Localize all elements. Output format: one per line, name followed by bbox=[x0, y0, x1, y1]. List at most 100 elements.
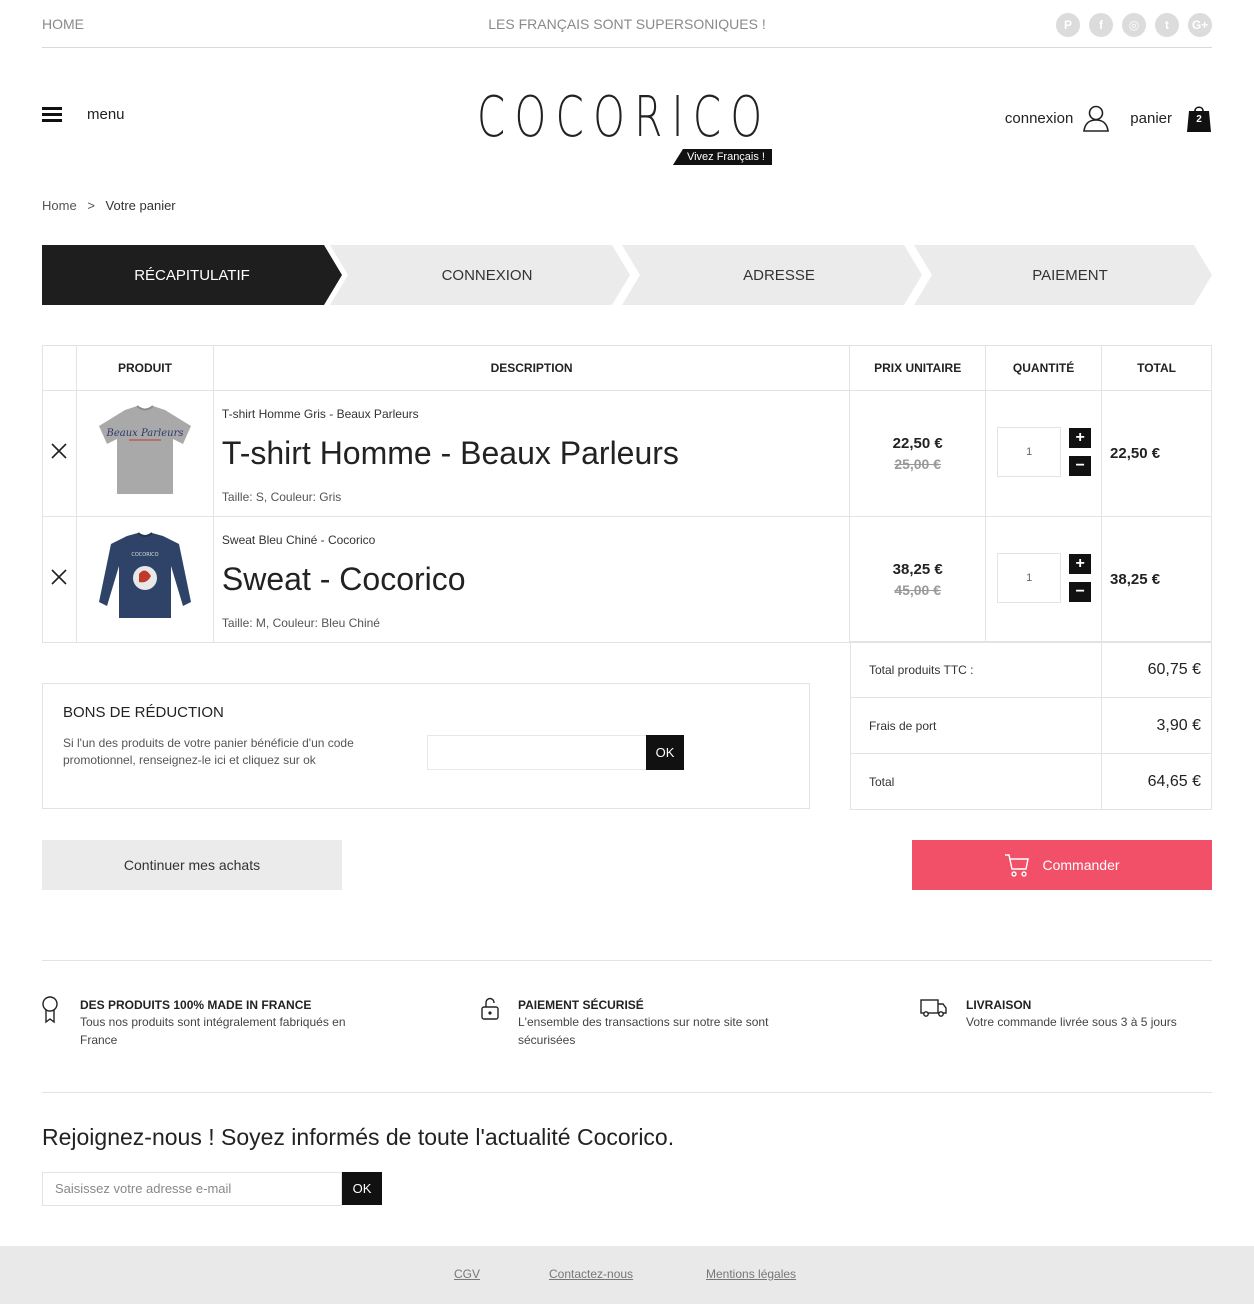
feature-text: Tous nos produits sont intégralement fab… bbox=[80, 1015, 346, 1047]
coupon-text: Si l'un des produits de votre panier bén… bbox=[63, 736, 354, 767]
truck-icon bbox=[920, 999, 947, 1017]
remove-item-button[interactable] bbox=[42, 390, 77, 517]
checkout-steps: RÉCAPITULATIF CONNEXION ADRESSE PAIEMENT bbox=[42, 245, 1212, 305]
hamburger-icon bbox=[42, 106, 62, 123]
divider bbox=[42, 1092, 1212, 1093]
header-product: PRODUIT bbox=[75, 345, 214, 391]
breadcrumb-current: Votre panier bbox=[105, 198, 176, 213]
step-connexion: CONNEXION bbox=[330, 245, 630, 305]
feature-text: L'ensemble des transactions sur notre si… bbox=[518, 1015, 769, 1047]
pinterest-icon[interactable]: P bbox=[1056, 13, 1080, 37]
increase-quantity-button[interactable]: + bbox=[1069, 428, 1092, 448]
account-area: connexion panier 2 bbox=[1005, 104, 1212, 132]
header-total: TOTAL bbox=[1101, 345, 1212, 391]
totals-row: Total 64,65 € bbox=[850, 753, 1212, 810]
header-description: DESCRIPTION bbox=[212, 345, 851, 391]
cart-link[interactable]: panier bbox=[1130, 110, 1172, 127]
price-current: 22,50 € bbox=[892, 435, 943, 452]
continue-shopping-button[interactable]: Continuer mes achats bbox=[42, 840, 342, 890]
feature-title: LIVRAISON bbox=[966, 998, 1032, 1012]
order-button[interactable]: Commander bbox=[912, 840, 1212, 890]
coupon-box: BONS DE RÉDUCTION Si l'un des produits d… bbox=[42, 683, 810, 809]
cart-table: PRODUIT DESCRIPTION PRIX UNITAIRE QUANTI… bbox=[42, 345, 1212, 643]
cart-row: COCORICO Sweat Bleu Chiné - Cocorico Swe… bbox=[42, 516, 1212, 643]
feature-title: PAIEMENT SÉCURISÉ bbox=[518, 998, 644, 1012]
feature-secure-payment: PAIEMENT SÉCURISÉ L'ensemble des transac… bbox=[480, 995, 788, 1049]
quantity-input[interactable]: 1 bbox=[997, 427, 1062, 477]
remove-item-button[interactable] bbox=[42, 516, 77, 643]
breadcrumb-home[interactable]: Home bbox=[42, 198, 77, 213]
top-bar: HOME LES FRANÇAIS SONT SUPERSONIQUES ! P… bbox=[42, 0, 1212, 48]
twitter-icon[interactable]: t bbox=[1155, 13, 1179, 37]
social-links: P f ◎ t G+ bbox=[1056, 13, 1212, 37]
breadcrumb-separator: > bbox=[87, 198, 95, 213]
feature-delivery: LIVRAISON Votre commande livrée sous 3 à… bbox=[920, 995, 1206, 1031]
newsletter-email-input[interactable]: Saisissez votre adresse e-mail bbox=[42, 1172, 342, 1206]
price-old: 45,00 € bbox=[894, 582, 942, 598]
item-unit-price: 22,50 € 25,00 € bbox=[849, 390, 987, 517]
menu-button[interactable]: menu bbox=[42, 106, 125, 123]
shopping-cart-icon bbox=[1005, 854, 1030, 877]
close-icon bbox=[51, 443, 68, 459]
step-paiement: PAIEMENT bbox=[914, 245, 1212, 305]
facebook-icon[interactable]: f bbox=[1089, 13, 1113, 37]
header-unit-price: PRIX UNITAIRE bbox=[849, 345, 987, 391]
quantity-stepper: 1 + − bbox=[985, 390, 1103, 517]
header-remove bbox=[42, 345, 77, 391]
item-attributes: Taille: S, Couleur: Gris bbox=[221, 490, 342, 504]
item-description: Sweat Bleu Chiné - Cocorico Sweat - Coco… bbox=[212, 516, 851, 643]
coupon-input[interactable] bbox=[427, 735, 647, 770]
quantity-input[interactable]: 1 bbox=[997, 553, 1062, 603]
cart-count-badge: 2 bbox=[1196, 114, 1202, 125]
close-icon bbox=[51, 569, 68, 585]
logo[interactable]: COCORICO Vivez Français ! bbox=[477, 88, 777, 168]
item-name[interactable]: T-shirt Homme - Beaux Parleurs bbox=[222, 435, 841, 472]
coupon-title: BONS DE RÉDUCTION bbox=[63, 704, 224, 721]
sweatshirt-image: COCORICO bbox=[98, 532, 191, 618]
google-plus-icon[interactable]: G+ bbox=[1188, 13, 1212, 37]
feature-text: Votre commande livrée sous 3 à 5 jours bbox=[966, 1015, 1177, 1029]
lock-icon bbox=[481, 997, 499, 1020]
quantity-stepper: 1 + − bbox=[985, 516, 1103, 643]
footer-link-contact[interactable]: Contactez-nous bbox=[549, 1267, 633, 1281]
logo-badge: Vivez Français ! bbox=[672, 149, 772, 165]
step-recapitulatif: RÉCAPITULATIF bbox=[42, 245, 342, 305]
instagram-icon[interactable]: ◎ bbox=[1122, 13, 1146, 37]
tagline: LES FRANÇAIS SONT SUPERSONIQUES ! bbox=[488, 16, 766, 32]
item-description: T-shirt Homme Gris - Beaux Parleurs T-sh… bbox=[212, 390, 851, 517]
decrease-quantity-button[interactable]: − bbox=[1069, 582, 1092, 602]
newsletter-title: Rejoignez-nous ! Soyez informés de toute… bbox=[42, 1124, 675, 1150]
totals-value: 64,65 € bbox=[1101, 753, 1212, 810]
newsletter-ok-button[interactable]: OK bbox=[342, 1172, 382, 1205]
footer: CGV Contactez-nous Mentions légales bbox=[0, 1246, 1254, 1304]
cart-totals: Total produits TTC : 60,75 € Frais de po… bbox=[850, 641, 1212, 810]
totals-label: Total bbox=[850, 753, 1102, 810]
item-total: 38,25 € bbox=[1101, 516, 1212, 643]
feature-title: DES PRODUITS 100% MADE IN FRANCE bbox=[80, 998, 312, 1012]
product-image[interactable]: COCORICO bbox=[75, 516, 214, 643]
cart-row: Beaux Parleurs T-shirt Homme Gris - Beau… bbox=[42, 390, 1212, 517]
user-icon[interactable] bbox=[1082, 104, 1110, 132]
logo-text: COCORICO bbox=[477, 85, 772, 150]
cart-header-row: PRODUIT DESCRIPTION PRIX UNITAIRE QUANTI… bbox=[42, 345, 1212, 391]
totals-value: 60,75 € bbox=[1101, 641, 1212, 698]
footer-link-legal[interactable]: Mentions légales bbox=[706, 1267, 796, 1281]
tshirt-image: Beaux Parleurs bbox=[98, 405, 191, 494]
cart-icon[interactable]: 2 bbox=[1186, 104, 1212, 132]
svg-text:Beaux Parleurs: Beaux Parleurs bbox=[105, 428, 183, 439]
price-old: 25,00 € bbox=[894, 456, 942, 472]
login-link[interactable]: connexion bbox=[1005, 110, 1073, 127]
menu-label: menu bbox=[87, 106, 125, 123]
footer-link-cgv[interactable]: CGV bbox=[454, 1267, 480, 1281]
decrease-quantity-button[interactable]: − bbox=[1069, 456, 1092, 476]
price-current: 38,25 € bbox=[892, 561, 943, 578]
svg-text:COCORICO: COCORICO bbox=[131, 552, 158, 558]
item-name[interactable]: Sweat - Cocorico bbox=[222, 561, 841, 598]
coupon-ok-button[interactable]: OK bbox=[646, 735, 684, 770]
item-subtitle: Sweat Bleu Chiné - Cocorico bbox=[221, 533, 376, 547]
feature-made-in-france: DES PRODUITS 100% MADE IN FRANCE Tous no… bbox=[42, 995, 370, 1049]
increase-quantity-button[interactable]: + bbox=[1069, 554, 1092, 574]
product-image[interactable]: Beaux Parleurs bbox=[75, 390, 214, 517]
totals-label: Total produits TTC : bbox=[850, 641, 1102, 698]
item-unit-price: 38,25 € 45,00 € bbox=[849, 516, 987, 643]
